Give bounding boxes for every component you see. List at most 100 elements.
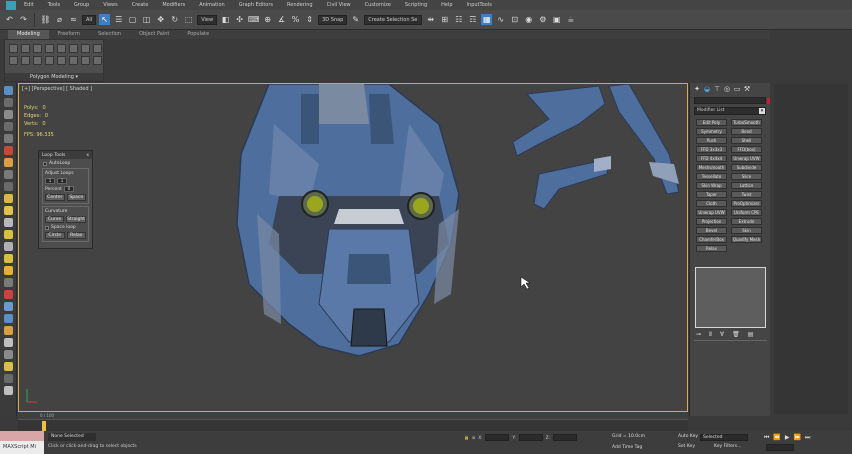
manipulate-icon[interactable]: ✣ [234, 14, 245, 25]
edit-named-selection-icon[interactable]: ✎ [350, 14, 361, 25]
utilities-icon[interactable]: ⚒ [743, 85, 751, 93]
absolute-mode-icon[interactable]: ⊞ [472, 435, 475, 440]
schematic-view-icon[interactable]: ⊡ [509, 14, 520, 25]
bind-spacewarp-icon[interactable]: ≈ [68, 14, 79, 25]
toolbar-icon[interactable] [3, 290, 13, 299]
ribbon-tool-button[interactable] [81, 56, 90, 65]
maxscript-mini-listener[interactable]: MAXScript Mi [0, 441, 44, 454]
redo-icon[interactable]: ↷ [18, 14, 29, 25]
toolbar-icon[interactable] [3, 98, 13, 107]
space-button[interactable]: Space [66, 194, 86, 201]
menu-scripting[interactable]: Scripting [405, 2, 427, 8]
link-icon[interactable]: ⛓ [40, 14, 51, 25]
space-loop-checkbox[interactable]: Space loop [45, 225, 86, 230]
viewport-label[interactable]: [+] [Perspective] [ Shaded ] [22, 86, 92, 92]
sphere-icon[interactable] [3, 86, 13, 95]
ribbon-tool-button[interactable] [9, 56, 18, 65]
modifier-button[interactable]: Skin Wrap [696, 182, 727, 189]
mirror-icon[interactable]: ⇹ [425, 14, 436, 25]
ribbon-tool-button[interactable] [45, 56, 54, 65]
menu-animation[interactable]: Animation [199, 2, 225, 8]
toolbar-icon[interactable] [3, 386, 13, 395]
rendered-frame-icon[interactable]: ▣ [551, 14, 562, 25]
perspective-viewport[interactable]: [+] [Perspective] [ Shaded ] Polys: 0 Edg… [18, 83, 688, 412]
menu-create[interactable]: Create [132, 2, 149, 8]
tab-modeling[interactable]: Modeling [8, 30, 49, 39]
reference-coordinate-dropdown[interactable]: View [197, 14, 218, 25]
object-name-field[interactable] [694, 97, 773, 104]
modifier-button[interactable]: ChamferBox [696, 236, 727, 243]
modifier-button[interactable]: Quadify Mesh [731, 236, 762, 243]
checkbox-icon[interactable] [43, 161, 47, 166]
toolbar-icon[interactable] [3, 170, 13, 179]
menu-group[interactable]: Group [74, 2, 89, 8]
menu-modifiers[interactable]: Modifiers [162, 2, 185, 8]
x-coordinate-field[interactable] [485, 434, 510, 441]
pin-stack-icon[interactable]: ⊸ [696, 331, 701, 338]
modifier-button[interactable]: Relax [696, 245, 727, 252]
material-editor-icon[interactable]: ◉ [523, 14, 534, 25]
modifier-button[interactable]: Skin [731, 227, 762, 234]
auto-key-button[interactable]: Auto Key [678, 434, 698, 439]
ribbon-tool-button[interactable] [45, 44, 54, 53]
toolbar-icon[interactable] [3, 242, 13, 251]
loop-spinner-a[interactable]: 1 [45, 178, 55, 184]
modifier-button[interactable]: Unwrap UVW [696, 209, 727, 216]
rect-selection-icon[interactable]: ▢ [127, 14, 138, 25]
modifier-button[interactable]: Push [696, 137, 727, 144]
menu-tools[interactable]: Tools [48, 2, 60, 8]
modifier-button[interactable]: Edit Poly [696, 119, 727, 126]
frame-track[interactable] [18, 419, 688, 431]
helmet-panel[interactable] [301, 94, 319, 144]
next-frame-icon[interactable]: ⏩ [794, 434, 801, 442]
modifier-button[interactable]: TurboSmooth [731, 119, 762, 126]
pivot-icon[interactable]: ◧ [220, 14, 231, 25]
ribbon-tool-button[interactable] [57, 56, 66, 65]
toolbar-icon[interactable] [3, 158, 13, 167]
chevron-down-icon[interactable]: ▾ [759, 108, 765, 114]
close-icon[interactable]: x [86, 153, 89, 158]
modifier-button[interactable]: Slice [731, 173, 762, 180]
window-crossing-icon[interactable]: ◫ [141, 14, 152, 25]
menu-views[interactable]: Views [103, 2, 117, 8]
modifier-button[interactable]: Projection [696, 218, 727, 225]
go-to-start-icon[interactable]: ⏮ [764, 434, 769, 442]
checkbox-icon[interactable] [45, 225, 49, 230]
armor-piece-tab[interactable] [594, 156, 611, 172]
play-icon[interactable]: ▶ [785, 434, 790, 442]
light-icon[interactable] [3, 194, 13, 203]
app-logo-icon[interactable] [6, 0, 16, 10]
toolbar-icon[interactable] [3, 338, 13, 347]
align-icon[interactable]: ⊞ [439, 14, 450, 25]
tab-freeform[interactable]: Freeform [49, 30, 89, 39]
tab-object-paint[interactable]: Object Paint [130, 30, 178, 39]
selection-filter-dropdown[interactable]: All [82, 14, 97, 25]
graphite-ribbon-icon[interactable]: ▦ [481, 14, 493, 25]
toolbar-icon[interactable] [3, 134, 13, 143]
toolbar-icon[interactable] [3, 218, 13, 227]
modifier-list-dropdown[interactable]: Modifier List ▾ [694, 107, 766, 115]
modifier-button[interactable]: Tessellate [696, 173, 727, 180]
modifier-button[interactable]: FFD 4x4x4 [696, 155, 727, 162]
menu-edit[interactable]: Edit [24, 2, 34, 8]
menu-customize[interactable]: Customize [365, 2, 391, 8]
toolbar-icon[interactable] [3, 362, 13, 371]
menu-civil-view[interactable]: Civil View [327, 2, 351, 8]
percent-snap-icon[interactable]: % [290, 14, 301, 25]
modifier-button[interactable]: FFD 3x3x3 [696, 146, 727, 153]
modifier-button[interactable]: Bend [731, 128, 762, 135]
modifier-button[interactable]: Bevel [696, 227, 727, 234]
toolbar-icon[interactable] [3, 314, 13, 323]
scale-icon[interactable]: ⬚ [183, 14, 194, 25]
relax-button[interactable]: Relax [66, 232, 86, 239]
curve-editor-icon[interactable]: ∿ [495, 14, 506, 25]
modifier-button[interactable]: Extrude [731, 218, 762, 225]
move-icon[interactable]: ✥ [155, 14, 166, 25]
armor-piece-top[interactable] [512, 85, 606, 157]
center-button[interactable]: Center [45, 194, 65, 201]
lock-selection-icon[interactable]: 🔒 [464, 435, 469, 440]
modifier-button[interactable]: Taper [696, 191, 727, 198]
current-frame-field[interactable] [766, 444, 794, 451]
modify-icon[interactable]: ◒ [703, 85, 711, 93]
configure-sets-icon[interactable]: ▤ [748, 331, 754, 338]
